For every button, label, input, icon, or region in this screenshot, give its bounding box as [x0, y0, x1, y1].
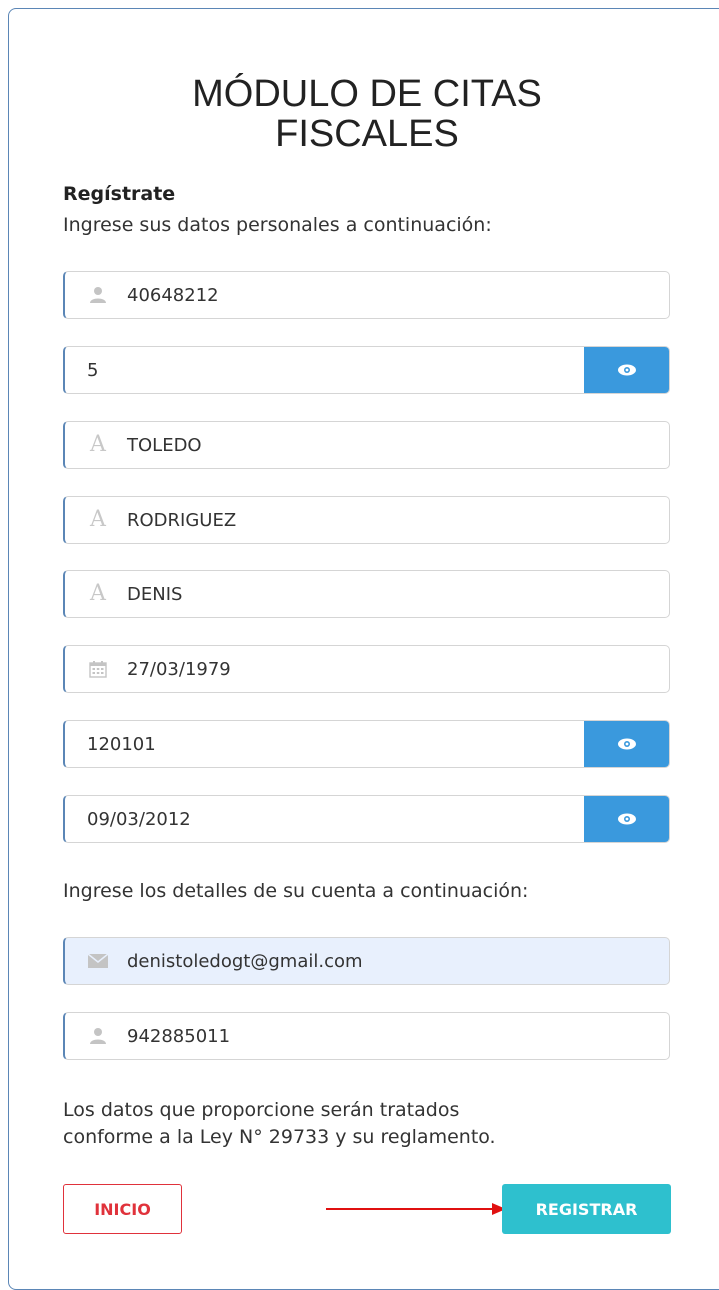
- page-title: MÓDULO DE CITAS FISCALES: [0, 74, 719, 154]
- registrar-button[interactable]: REGISTRAR: [502, 1184, 671, 1234]
- legal-notice-line-1: Los datos que proporcione serán tratados: [63, 1099, 460, 1121]
- page-title-line-1: MÓDULO DE CITAS: [192, 73, 542, 115]
- show-issue-date-help-button[interactable]: [584, 796, 669, 842]
- letter-a-icon: A: [90, 581, 106, 606]
- issue-date-field[interactable]: 09/03/2012: [63, 795, 670, 843]
- register-heading: Regístrate: [63, 183, 176, 205]
- email-value: denistoledogt@gmail.com: [127, 950, 363, 972]
- birthdate-value: 27/03/1979: [127, 658, 231, 680]
- email-field[interactable]: denistoledogt@gmail.com: [63, 937, 670, 985]
- first-surname-field[interactable]: A TOLEDO: [63, 421, 670, 469]
- legal-notice: Los datos que proporcione serán tratados…: [63, 1097, 663, 1151]
- first-surname-value: TOLEDO: [127, 434, 202, 456]
- eye-icon: [618, 813, 636, 825]
- annotation-arrow-icon: [326, 1203, 506, 1215]
- verification-digit-field[interactable]: 5: [63, 346, 670, 394]
- issue-date-value: 09/03/2012: [87, 808, 191, 830]
- dni-field[interactable]: 40648212: [63, 271, 670, 319]
- phone-value: 942885011: [127, 1025, 231, 1047]
- eye-icon: [618, 738, 636, 750]
- legal-notice-line-2: conforme a la Ley N° 29733 y su reglamen…: [63, 1126, 496, 1148]
- ubigeo-field[interactable]: 120101: [63, 720, 670, 768]
- eye-icon: [618, 364, 636, 376]
- show-digit-help-button[interactable]: [584, 347, 669, 393]
- inicio-button[interactable]: INICIO: [63, 1184, 182, 1234]
- second-surname-field[interactable]: A RODRIGUEZ: [63, 496, 670, 544]
- birthdate-field[interactable]: 27/03/1979: [63, 645, 670, 693]
- page-title-line-2: FISCALES: [275, 113, 459, 155]
- user-icon: [87, 1027, 109, 1045]
- account-details-intro: Ingrese los detalles de su cuenta a cont…: [63, 880, 529, 902]
- names-field[interactable]: A DENIS: [63, 570, 670, 618]
- letter-a-icon: A: [90, 432, 106, 457]
- verification-digit-value: 5: [87, 359, 99, 381]
- user-icon: [87, 286, 109, 304]
- ubigeo-value: 120101: [87, 733, 156, 755]
- second-surname-value: RODRIGUEZ: [127, 509, 237, 531]
- names-value: DENIS: [127, 583, 183, 605]
- show-ubigeo-help-button[interactable]: [584, 721, 669, 767]
- letter-a-icon: A: [90, 507, 106, 532]
- phone-field[interactable]: 942885011: [63, 1012, 670, 1060]
- calendar-icon: [87, 660, 109, 678]
- personal-data-intro: Ingrese sus datos personales a continuac…: [63, 214, 492, 236]
- envelope-icon: [87, 954, 109, 968]
- dni-value: 40648212: [127, 284, 219, 306]
